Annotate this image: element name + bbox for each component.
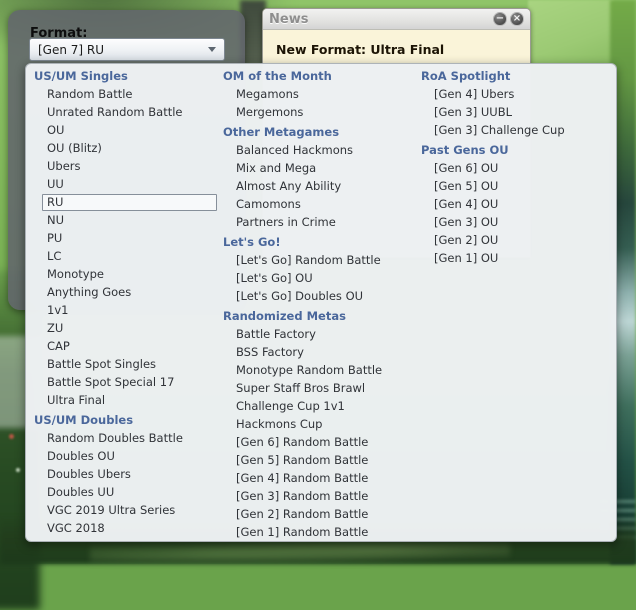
news-title: News	[269, 12, 490, 27]
format-option[interactable]: PU	[42, 230, 217, 247]
format-option[interactable]: [Gen 2] OU	[429, 232, 616, 249]
format-option[interactable]: Random Battle	[42, 86, 217, 103]
format-option[interactable]: Anything Goes	[42, 284, 217, 301]
format-option[interactable]: Balanced Hackmons	[231, 142, 414, 159]
format-option[interactable]: [Gen 3] Challenge Cup	[429, 122, 616, 139]
format-option[interactable]: Almost Any Ability	[231, 178, 414, 195]
news-headline: New Format: Ultra Final	[276, 42, 444, 57]
format-option[interactable]: Doubles OU	[42, 448, 217, 465]
format-select[interactable]: [Gen 7] RU	[29, 38, 225, 61]
format-option[interactable]: Ultra Final	[42, 392, 217, 409]
format-option[interactable]: Monotype Random Battle	[231, 362, 414, 379]
background-foliage-top-right	[528, 0, 614, 66]
format-group-header: Let's Go!	[222, 234, 414, 251]
close-icon[interactable]: ×	[510, 12, 524, 26]
format-option[interactable]: Challenge Cup 1v1	[231, 398, 414, 415]
format-option[interactable]: VGC 2018	[42, 520, 217, 537]
format-option[interactable]: 1v1	[42, 302, 217, 319]
format-option[interactable]: [Gen 3] OU	[429, 214, 616, 231]
format-group-header: RoA Spotlight	[420, 68, 616, 85]
background-moss	[90, 540, 510, 564]
format-option[interactable]: BSS Factory	[231, 344, 414, 361]
format-option[interactable]: OU	[42, 122, 217, 139]
format-option[interactable]: Battle Spot Singles	[42, 356, 217, 373]
format-select-value: [Gen 7] RU	[38, 43, 208, 57]
format-option[interactable]: [Gen 3] Random Battle	[231, 488, 414, 505]
format-option[interactable]: ZU	[42, 320, 217, 337]
format-option[interactable]: Super Staff Bros Brawl	[231, 380, 414, 397]
format-group-header: Other Metagames	[222, 124, 414, 141]
format-option[interactable]: CAP	[42, 338, 217, 355]
format-group-header: US/UM Singles	[33, 68, 217, 85]
format-option[interactable]: Partners in Crime	[231, 214, 414, 231]
format-option[interactable]: VGC 2019 Ultra Series	[42, 502, 217, 519]
format-group-header: Past Gens OU	[420, 142, 616, 159]
format-option[interactable]: Camomons	[231, 196, 414, 213]
format-option[interactable]: Megamons	[231, 86, 414, 103]
format-option[interactable]: Battle Factory	[231, 326, 414, 343]
format-group-header: Randomized Metas	[222, 308, 414, 325]
background-berry-dot	[9, 434, 14, 439]
format-option[interactable]: [Let's Go] OU	[231, 270, 414, 287]
format-option[interactable]: Battle Spot Special 17	[42, 374, 217, 391]
format-option[interactable]: Doubles UU	[42, 484, 217, 501]
format-option[interactable]: [Gen 1] Random Battle	[231, 524, 414, 541]
format-option[interactable]: RU	[42, 194, 217, 211]
dropdown-column-2: OM of the MonthMegamonsMergemons Other Me…	[222, 68, 414, 542]
format-option[interactable]: [Gen 4] Random Battle	[231, 470, 414, 487]
news-titlebar[interactable]: News − ×	[263, 9, 530, 30]
format-dropdown-menu: US/UM SinglesRandom BattleUnrated Random…	[25, 63, 617, 542]
dropdown-column-3: RoA Spotlight[Gen 4] Ubers[Gen 3] UUBL[G…	[420, 68, 616, 268]
format-option[interactable]: NU	[42, 212, 217, 229]
format-option[interactable]: [Gen 1] OU	[429, 250, 616, 267]
dropdown-column-1: US/UM SinglesRandom BattleUnrated Random…	[33, 68, 217, 542]
format-option[interactable]: Ubers	[42, 158, 217, 175]
format-option[interactable]: UU	[42, 176, 217, 193]
format-option[interactable]: [Let's Go] Doubles OU	[231, 288, 414, 305]
format-option[interactable]: [Gen 4] OU	[429, 196, 616, 213]
format-option[interactable]: Monotype	[42, 266, 217, 283]
format-group-header: OM of the Month	[222, 68, 414, 85]
background-light-dot	[16, 468, 20, 472]
minimize-icon[interactable]: −	[493, 12, 507, 26]
format-option[interactable]: Hackmons Cup	[231, 416, 414, 433]
format-option[interactable]: [Gen 2] Random Battle	[231, 506, 414, 523]
chevron-down-icon	[208, 47, 216, 52]
format-option[interactable]: Mix and Mega	[231, 160, 414, 177]
format-option[interactable]: [Gen 3] UUBL	[429, 104, 616, 121]
format-option[interactable]: [Gen 4] Ubers	[429, 86, 616, 103]
format-option[interactable]: [Let's Go] Random Battle	[231, 252, 414, 269]
format-option[interactable]: Unrated Random Battle	[42, 104, 217, 121]
format-option[interactable]: [Gen 6] OU	[429, 160, 616, 177]
format-option[interactable]: [Gen 6] Random Battle	[231, 434, 414, 451]
format-group-header: US/UM Doubles	[33, 412, 217, 429]
format-option[interactable]: Doubles Ubers	[42, 466, 217, 483]
format-option[interactable]: LC	[42, 248, 217, 265]
format-option[interactable]: [Gen 5] OU	[429, 178, 616, 195]
format-option[interactable]: [Gen 5] Random Battle	[231, 452, 414, 469]
format-option[interactable]: Random Doubles Battle	[42, 430, 217, 447]
format-option[interactable]: Mergemons	[231, 104, 414, 121]
format-option[interactable]: Battle Spot Doubles	[42, 538, 217, 542]
format-option[interactable]: OU (Blitz)	[42, 140, 217, 157]
